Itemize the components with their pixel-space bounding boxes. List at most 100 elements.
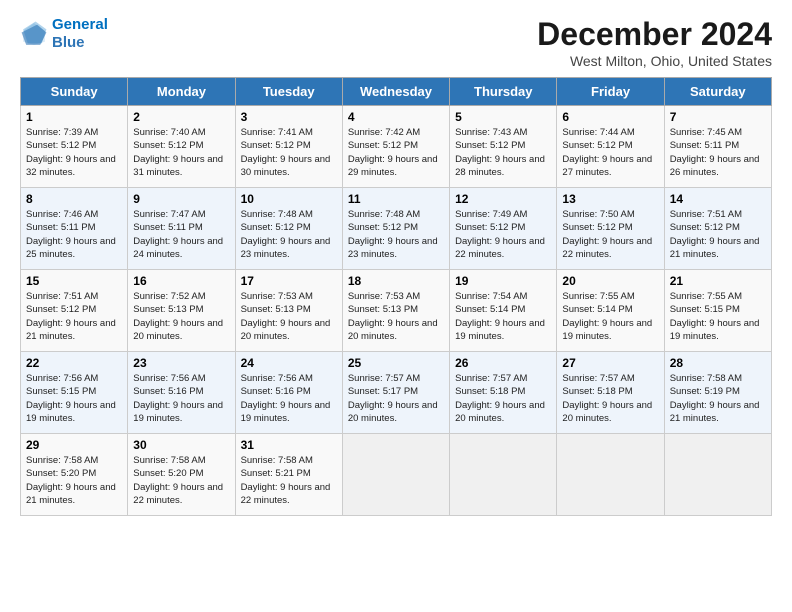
day-info: Sunrise: 7:45 AMSunset: 5:11 PMDaylight:… bbox=[670, 126, 766, 179]
calendar-cell bbox=[664, 434, 771, 516]
header-friday: Friday bbox=[557, 78, 664, 106]
day-info: Sunrise: 7:55 AMSunset: 5:14 PMDaylight:… bbox=[562, 290, 658, 343]
day-info: Sunrise: 7:56 AMSunset: 5:16 PMDaylight:… bbox=[133, 372, 229, 425]
day-number: 31 bbox=[241, 438, 337, 452]
day-info: Sunrise: 7:51 AMSunset: 5:12 PMDaylight:… bbox=[26, 290, 122, 343]
calendar-cell bbox=[450, 434, 557, 516]
day-number: 15 bbox=[26, 274, 122, 288]
day-number: 18 bbox=[348, 274, 444, 288]
day-number: 16 bbox=[133, 274, 229, 288]
calendar-cell: 20 Sunrise: 7:55 AMSunset: 5:14 PMDayligh… bbox=[557, 270, 664, 352]
calendar-cell: 29 Sunrise: 7:58 AMSunset: 5:20 PMDayligh… bbox=[21, 434, 128, 516]
week-row-4: 22Sunrise: 7:56 AMSunset: 5:15 PMDayligh… bbox=[21, 352, 772, 434]
header-wednesday: Wednesday bbox=[342, 78, 449, 106]
day-info: Sunrise: 7:57 AMSunset: 5:18 PMDaylight:… bbox=[562, 372, 658, 425]
day-info: Sunrise: 7:52 AMSunset: 5:13 PMDaylight:… bbox=[133, 290, 229, 343]
day-info: Sunrise: 7:50 AMSunset: 5:12 PMDaylight:… bbox=[562, 208, 658, 261]
day-number: 26 bbox=[455, 356, 551, 370]
calendar-cell: 25Sunrise: 7:57 AMSunset: 5:17 PMDayligh… bbox=[342, 352, 449, 434]
day-info: Sunrise: 7:58 AMSunset: 5:19 PMDaylight:… bbox=[670, 372, 766, 425]
calendar-cell: 4 Sunrise: 7:42 AMSunset: 5:12 PMDaylight… bbox=[342, 106, 449, 188]
calendar-cell: 9 Sunrise: 7:47 AMSunset: 5:11 PMDaylight… bbox=[128, 188, 235, 270]
day-info: Sunrise: 7:42 AMSunset: 5:12 PMDaylight:… bbox=[348, 126, 444, 179]
header-sunday: Sunday bbox=[21, 78, 128, 106]
day-number: 25 bbox=[348, 356, 444, 370]
logo-text: General Blue bbox=[52, 16, 108, 52]
calendar-cell: 18 Sunrise: 7:53 AMSunset: 5:13 PMDayligh… bbox=[342, 270, 449, 352]
day-info: Sunrise: 7:56 AMSunset: 5:16 PMDaylight:… bbox=[241, 372, 337, 425]
calendar-cell: 2 Sunrise: 7:40 AMSunset: 5:12 PMDaylight… bbox=[128, 106, 235, 188]
week-row-1: 1 Sunrise: 7:39 AMSunset: 5:12 PMDaylight… bbox=[21, 106, 772, 188]
calendar-cell: 15 Sunrise: 7:51 AMSunset: 5:12 PMDayligh… bbox=[21, 270, 128, 352]
calendar-body: 1 Sunrise: 7:39 AMSunset: 5:12 PMDaylight… bbox=[21, 106, 772, 516]
day-number: 27 bbox=[562, 356, 658, 370]
day-info: Sunrise: 7:41 AMSunset: 5:12 PMDaylight:… bbox=[241, 126, 337, 179]
day-info: Sunrise: 7:54 AMSunset: 5:14 PMDaylight:… bbox=[455, 290, 551, 343]
week-row-5: 29 Sunrise: 7:58 AMSunset: 5:20 PMDayligh… bbox=[21, 434, 772, 516]
header-saturday: Saturday bbox=[664, 78, 771, 106]
logo-line2: Blue bbox=[52, 34, 108, 52]
day-number: 1 bbox=[26, 110, 122, 124]
calendar-cell: 1 Sunrise: 7:39 AMSunset: 5:12 PMDaylight… bbox=[21, 106, 128, 188]
week-row-2: 8Sunrise: 7:46 AMSunset: 5:11 PMDaylight… bbox=[21, 188, 772, 270]
day-info: Sunrise: 7:48 AMSunset: 5:12 PMDaylight:… bbox=[348, 208, 444, 261]
day-info: Sunrise: 7:48 AMSunset: 5:12 PMDaylight:… bbox=[241, 208, 337, 261]
day-number: 17 bbox=[241, 274, 337, 288]
calendar-cell: 13 Sunrise: 7:50 AMSunset: 5:12 PMDayligh… bbox=[557, 188, 664, 270]
calendar-header: SundayMondayTuesdayWednesdayThursdayFrid… bbox=[21, 78, 772, 106]
day-info: Sunrise: 7:47 AMSunset: 5:11 PMDaylight:… bbox=[133, 208, 229, 261]
header-row: SundayMondayTuesdayWednesdayThursdayFrid… bbox=[21, 78, 772, 106]
day-number: 13 bbox=[562, 192, 658, 206]
day-number: 22 bbox=[26, 356, 122, 370]
calendar-cell: 27 Sunrise: 7:57 AMSunset: 5:18 PMDayligh… bbox=[557, 352, 664, 434]
calendar-cell: 3Sunrise: 7:41 AMSunset: 5:12 PMDaylight… bbox=[235, 106, 342, 188]
calendar-cell: 11 Sunrise: 7:48 AMSunset: 5:12 PMDayligh… bbox=[342, 188, 449, 270]
logo-line1: General bbox=[52, 16, 108, 33]
calendar-cell: 28Sunrise: 7:58 AMSunset: 5:19 PMDayligh… bbox=[664, 352, 771, 434]
day-number: 7 bbox=[670, 110, 766, 124]
day-number: 11 bbox=[348, 192, 444, 206]
day-number: 2 bbox=[133, 110, 229, 124]
day-number: 12 bbox=[455, 192, 551, 206]
day-info: Sunrise: 7:40 AMSunset: 5:12 PMDaylight:… bbox=[133, 126, 229, 179]
header: General Blue December 2024 West Milton, … bbox=[20, 16, 772, 69]
day-info: Sunrise: 7:57 AMSunset: 5:18 PMDaylight:… bbox=[455, 372, 551, 425]
header-monday: Monday bbox=[128, 78, 235, 106]
day-number: 20 bbox=[562, 274, 658, 288]
day-info: Sunrise: 7:53 AMSunset: 5:13 PMDaylight:… bbox=[348, 290, 444, 343]
day-info: Sunrise: 7:58 AMSunset: 5:21 PMDaylight:… bbox=[241, 454, 337, 507]
day-number: 30 bbox=[133, 438, 229, 452]
calendar-cell: 22Sunrise: 7:56 AMSunset: 5:15 PMDayligh… bbox=[21, 352, 128, 434]
day-info: Sunrise: 7:39 AMSunset: 5:12 PMDaylight:… bbox=[26, 126, 122, 179]
calendar-cell: 24 Sunrise: 7:56 AMSunset: 5:16 PMDayligh… bbox=[235, 352, 342, 434]
day-info: Sunrise: 7:58 AMSunset: 5:20 PMDaylight:… bbox=[26, 454, 122, 507]
calendar-cell: 7 Sunrise: 7:45 AMSunset: 5:11 PMDaylight… bbox=[664, 106, 771, 188]
day-info: Sunrise: 7:58 AMSunset: 5:20 PMDaylight:… bbox=[133, 454, 229, 507]
day-number: 24 bbox=[241, 356, 337, 370]
day-info: Sunrise: 7:43 AMSunset: 5:12 PMDaylight:… bbox=[455, 126, 551, 179]
day-number: 9 bbox=[133, 192, 229, 206]
header-thursday: Thursday bbox=[450, 78, 557, 106]
title-section: December 2024 West Milton, Ohio, United … bbox=[537, 16, 772, 69]
day-info: Sunrise: 7:44 AMSunset: 5:12 PMDaylight:… bbox=[562, 126, 658, 179]
day-number: 29 bbox=[26, 438, 122, 452]
day-number: 4 bbox=[348, 110, 444, 124]
calendar-cell bbox=[342, 434, 449, 516]
calendar-cell: 10 Sunrise: 7:48 AMSunset: 5:12 PMDayligh… bbox=[235, 188, 342, 270]
calendar-cell: 16 Sunrise: 7:52 AMSunset: 5:13 PMDayligh… bbox=[128, 270, 235, 352]
day-info: Sunrise: 7:51 AMSunset: 5:12 PMDaylight:… bbox=[670, 208, 766, 261]
day-number: 8 bbox=[26, 192, 122, 206]
calendar-cell: 19 Sunrise: 7:54 AMSunset: 5:14 PMDayligh… bbox=[450, 270, 557, 352]
day-number: 21 bbox=[670, 274, 766, 288]
day-info: Sunrise: 7:49 AMSunset: 5:12 PMDaylight:… bbox=[455, 208, 551, 261]
day-info: Sunrise: 7:53 AMSunset: 5:13 PMDaylight:… bbox=[241, 290, 337, 343]
day-number: 10 bbox=[241, 192, 337, 206]
day-number: 19 bbox=[455, 274, 551, 288]
logo: General Blue bbox=[20, 16, 108, 52]
calendar-cell: 5 Sunrise: 7:43 AMSunset: 5:12 PMDaylight… bbox=[450, 106, 557, 188]
day-info: Sunrise: 7:55 AMSunset: 5:15 PMDaylight:… bbox=[670, 290, 766, 343]
day-number: 5 bbox=[455, 110, 551, 124]
header-tuesday: Tuesday bbox=[235, 78, 342, 106]
logo-icon bbox=[20, 20, 48, 48]
calendar-cell: 6Sunrise: 7:44 AMSunset: 5:12 PMDaylight… bbox=[557, 106, 664, 188]
